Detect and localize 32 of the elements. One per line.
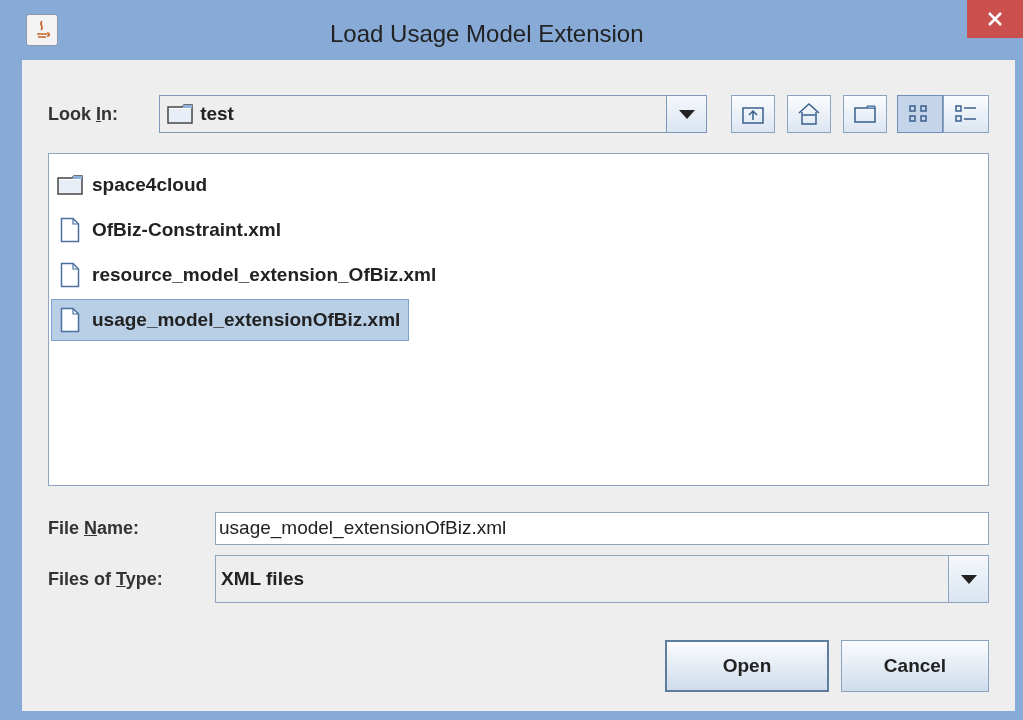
folder-icon [56, 174, 84, 196]
file-type-label: Files of Type: [48, 568, 163, 589]
java-app-icon [26, 14, 58, 46]
file-list-item[interactable]: space4cloud [51, 164, 217, 206]
window-title: Load Usage Model Extension [330, 19, 644, 49]
look-in-value: test [200, 101, 234, 126]
document-icon [60, 307, 80, 333]
details-view-icon [955, 104, 977, 124]
list-view-button[interactable] [897, 95, 943, 133]
document-icon [60, 217, 80, 243]
folder-icon [853, 104, 877, 124]
open-button[interactable]: Open [665, 640, 829, 692]
dropdown-arrow-icon [960, 574, 977, 584]
file-list-item[interactable]: OfBiz-Constraint.xml [51, 209, 290, 251]
dropdown-arrow-icon [678, 109, 695, 119]
file-list-item[interactable]: usage_model_extensionOfBiz.xml [51, 299, 410, 341]
folder-icon [166, 103, 195, 125]
close-icon [988, 12, 1002, 26]
new-folder-button[interactable] [843, 95, 887, 133]
look-in-dropdown[interactable]: test [159, 95, 707, 133]
cancel-button[interactable]: Cancel [841, 640, 989, 692]
home-icon [797, 102, 821, 126]
file-name-field[interactable]: usage_model_extensionOfBiz.xml [215, 511, 989, 545]
file-list-item[interactable]: resource_model_extension_OfBiz.xml [51, 254, 446, 296]
document-icon [60, 262, 80, 288]
home-button[interactable] [787, 95, 831, 133]
file-type-dropdown[interactable]: XML files [215, 555, 989, 603]
details-view-button[interactable] [943, 95, 989, 133]
file-name-label: File Name: [48, 517, 140, 538]
look-in-label: Look In: [48, 103, 118, 124]
up-button[interactable] [731, 95, 775, 133]
close-button[interactable] [967, 0, 1023, 38]
